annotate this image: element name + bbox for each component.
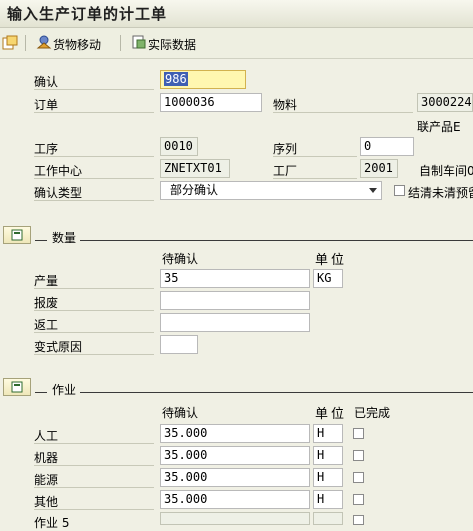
quantity-section-toggle[interactable] bbox=[3, 226, 31, 244]
activity-completed-checkbox[interactable] bbox=[353, 515, 364, 525]
activity-value-field[interactable] bbox=[160, 512, 310, 525]
title-bar: 输入生产订单的计工单 bbox=[0, 0, 473, 28]
workcenter-label: 工作中心 bbox=[34, 164, 83, 178]
quantity-section-label: 数量 bbox=[52, 231, 77, 245]
activity-section-label: 作业 bbox=[52, 383, 77, 397]
goods-movement-label: 货物移动 bbox=[53, 38, 102, 52]
section-rule bbox=[35, 240, 47, 241]
activity-completed-checkbox[interactable] bbox=[353, 428, 364, 439]
activity-unit-field[interactable]: H bbox=[313, 446, 343, 465]
activity-value-field[interactable]: 35.000 bbox=[160, 490, 310, 509]
application-toolbar: 货物移动 实际数据 bbox=[0, 28, 473, 59]
label-underline bbox=[34, 89, 154, 90]
activity-unit-field[interactable]: H bbox=[313, 468, 343, 487]
scrap-label: 报废 bbox=[34, 296, 59, 310]
label-underline bbox=[273, 156, 357, 157]
label-underline bbox=[34, 354, 154, 355]
inhouse-label: 自制车间0 bbox=[419, 164, 473, 178]
activity-unit-field[interactable] bbox=[313, 512, 343, 525]
label-underline bbox=[273, 178, 357, 179]
material-label: 物料 bbox=[273, 98, 298, 112]
scrap-field[interactable] bbox=[160, 291, 310, 310]
label-underline bbox=[34, 310, 154, 311]
activity-row-label: 其他 bbox=[34, 495, 59, 509]
label-underline bbox=[34, 200, 154, 201]
operation-label: 工序 bbox=[34, 142, 59, 156]
label-underline bbox=[34, 112, 154, 113]
label-underline bbox=[34, 332, 154, 333]
activity-unit-header: 单位 bbox=[315, 407, 348, 422]
section-rule bbox=[35, 392, 47, 393]
material-field[interactable]: 3000224 bbox=[417, 93, 473, 112]
section-rule bbox=[80, 392, 473, 393]
confirm-field[interactable]: 986 bbox=[160, 70, 246, 89]
activity-value-field[interactable]: 35.000 bbox=[160, 446, 310, 465]
activity-unit-field[interactable]: H bbox=[313, 424, 343, 443]
confirmtype-dropdown[interactable]: 部分确认 bbox=[160, 181, 382, 200]
workcenter-field[interactable]: ZNETXT01 bbox=[160, 159, 230, 178]
confirm-value: 986 bbox=[164, 72, 188, 86]
actual-data-icon bbox=[131, 34, 147, 50]
plant-label: 工厂 bbox=[273, 164, 298, 178]
clear-open-label: 结清未清预留 bbox=[408, 186, 473, 200]
window-title: 输入生产订单的计工单 bbox=[7, 5, 168, 23]
sequence-field[interactable]: 0 bbox=[360, 137, 414, 156]
toolbar-separator bbox=[25, 35, 26, 51]
label-underline bbox=[34, 465, 154, 466]
label-underline bbox=[34, 443, 154, 444]
rework-label: 返工 bbox=[34, 318, 59, 332]
activity-completed-checkbox[interactable] bbox=[353, 450, 364, 461]
confirmtype-value: 部分确认 bbox=[170, 183, 219, 197]
activity-row-label: 能源 bbox=[34, 473, 59, 487]
label-underline bbox=[34, 156, 154, 157]
order-label: 订单 bbox=[34, 98, 59, 112]
label-underline bbox=[34, 487, 154, 488]
confirm-label: 确认 bbox=[34, 75, 59, 89]
activity-completed-checkbox[interactable] bbox=[353, 472, 364, 483]
goods-movement-icon bbox=[36, 34, 52, 50]
operation-field[interactable]: 0010 bbox=[160, 137, 198, 156]
quantity-to-confirm-header: 待确认 bbox=[162, 252, 199, 266]
activity-row-label: 作业 5 bbox=[34, 516, 70, 530]
activity-section-toggle[interactable] bbox=[3, 378, 31, 396]
activity-row-label: 人工 bbox=[34, 429, 59, 443]
label-underline bbox=[34, 509, 154, 510]
yield-unit-field[interactable]: KG bbox=[313, 269, 343, 288]
clear-open-checkbox[interactable] bbox=[394, 185, 405, 196]
order-field[interactable]: 1000036 bbox=[160, 93, 262, 112]
section-details-icon bbox=[11, 229, 23, 241]
toolbar-separator bbox=[120, 35, 121, 51]
rework-field[interactable] bbox=[160, 313, 310, 332]
section-details-icon bbox=[11, 381, 23, 393]
document-icon[interactable] bbox=[2, 35, 18, 51]
yield-field[interactable]: 35 bbox=[160, 269, 310, 288]
variance-field[interactable] bbox=[160, 335, 198, 354]
confirmtype-label: 确认类型 bbox=[34, 186, 83, 200]
label-underline bbox=[273, 112, 413, 113]
coproduct-label: 联产品E bbox=[417, 120, 461, 134]
activity-row-label: 机器 bbox=[34, 451, 59, 465]
activity-completed-checkbox[interactable] bbox=[353, 494, 364, 505]
activity-unit-field[interactable]: H bbox=[313, 490, 343, 509]
chevron-down-icon bbox=[369, 188, 377, 193]
activity-value-field[interactable]: 35.000 bbox=[160, 468, 310, 487]
quantity-unit-header: 单位 bbox=[315, 253, 348, 268]
label-underline bbox=[34, 288, 154, 289]
label-underline bbox=[34, 178, 154, 179]
section-rule bbox=[80, 240, 473, 241]
plant-field[interactable]: 2001 bbox=[360, 159, 398, 178]
actual-data-label: 实际数据 bbox=[148, 38, 197, 52]
activity-to-confirm-header: 待确认 bbox=[162, 406, 199, 420]
variance-label: 变式原因 bbox=[34, 340, 83, 354]
activity-value-field[interactable]: 35.000 bbox=[160, 424, 310, 443]
yield-label: 产量 bbox=[34, 274, 59, 288]
sequence-label: 序列 bbox=[273, 142, 298, 156]
completed-header: 已完成 bbox=[354, 406, 391, 420]
